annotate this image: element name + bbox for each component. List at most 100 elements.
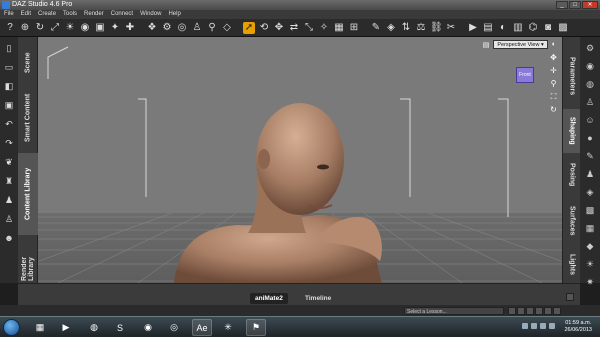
redo-icon[interactable]: ↷ — [4, 138, 14, 148]
tab-shaping[interactable]: Shaping — [563, 109, 581, 153]
new-scene-icon[interactable]: ▯ — [4, 43, 14, 53]
3d-viewport[interactable]: ▤ Perspective View ▾ ◐ Front ✥ ✛ ⚲ ⛶ ↻ — [38, 37, 562, 283]
lesson-step-button[interactable] — [517, 307, 525, 315]
spot-render-icon[interactable]: ✧ — [318, 22, 330, 34]
draw-style-icon[interactable]: ◐ — [552, 41, 556, 48]
tab-scene[interactable]: Scene — [18, 41, 38, 85]
pointer-icon[interactable]: ➚ — [243, 21, 255, 34]
maximize-button[interactable]: □ — [569, 1, 581, 9]
menu-window[interactable]: Window — [140, 10, 161, 19]
tab-posing[interactable]: Posing — [563, 155, 581, 195]
menu-render[interactable]: Render — [84, 10, 104, 19]
zbrush-icon[interactable]: ✳ — [218, 319, 238, 336]
screenshot-icon[interactable]: ⌬ — [527, 22, 539, 34]
lights-icon[interactable]: ☀ — [585, 259, 596, 270]
panel-options-icon[interactable] — [566, 293, 574, 301]
view-settings-icon[interactable]: ▥ — [512, 22, 524, 34]
pan-icon[interactable]: ✛ — [549, 66, 558, 75]
lesson-prev-button[interactable] — [508, 307, 516, 315]
render-icon[interactable]: ▶ — [467, 22, 479, 34]
globe-icon[interactable]: ◍ — [585, 79, 596, 90]
tab-parameters[interactable]: Parameters — [563, 45, 581, 107]
scale-icon[interactable]: ⤢ — [49, 22, 61, 34]
scale-tool-icon[interactable]: ⤡ — [303, 22, 315, 34]
lesson-end-button[interactable] — [544, 307, 552, 315]
bone-icon[interactable]: ✂ — [445, 22, 457, 34]
undo-icon[interactable]: ↶ — [4, 119, 14, 129]
iray-preview-icon[interactable]: ◐ — [497, 22, 509, 34]
morph-icon[interactable]: ◈ — [385, 22, 397, 34]
node-icon[interactable]: ✦ — [109, 22, 121, 34]
close-button[interactable]: ✕ — [582, 1, 598, 9]
acrobat-icon[interactable]: ⚑ — [246, 319, 266, 336]
tray-battery-icon[interactable] — [549, 323, 555, 329]
frame-icon[interactable]: ⛶ — [549, 92, 558, 101]
shader-icon[interactable]: ◆ — [585, 241, 596, 252]
hair-icon[interactable]: ❦ — [4, 157, 14, 167]
menu-file[interactable]: File — [4, 10, 14, 19]
start-button[interactable] — [3, 319, 20, 336]
tray-volume-icon[interactable] — [531, 323, 537, 329]
minimize-button[interactable]: _ — [556, 1, 568, 9]
lesson-selector[interactable]: Select a Lesson... — [404, 307, 504, 315]
firefox-icon[interactable]: ◍ — [84, 319, 104, 336]
view-cube[interactable]: Front — [516, 67, 534, 83]
tab-lights[interactable]: Lights — [563, 247, 581, 281]
viewport-scene[interactable] — [38, 37, 562, 283]
figure-icon[interactable]: ♙ — [4, 214, 14, 224]
lesson-play-button[interactable] — [526, 307, 534, 315]
help-icon[interactable]: ? — [4, 22, 16, 34]
tray-flag-icon[interactable] — [540, 323, 546, 329]
clock[interactable]: 01:59 a.m. 26/06/2013 — [564, 320, 592, 334]
zoom-icon[interactable]: ⚲ — [549, 79, 558, 88]
light-icon[interactable]: ☀ — [64, 22, 76, 34]
skype-icon[interactable]: S — [110, 319, 130, 336]
pose-icon[interactable]: ♟ — [585, 169, 596, 180]
move-icon[interactable]: ✥ — [273, 22, 285, 34]
blender-icon[interactable]: ◎ — [164, 319, 184, 336]
tab-animate2[interactable]: aniMate2 — [250, 293, 288, 304]
material-icon[interactable]: ☻ — [4, 233, 14, 243]
surface-selection-icon[interactable]: ▦ — [333, 22, 345, 34]
surface-icon[interactable]: ▩ — [585, 205, 596, 216]
parameters-icon[interactable]: ⚙ — [585, 43, 596, 54]
universal-icon[interactable]: ❖ — [146, 22, 158, 34]
save-icon[interactable]: ▣ — [4, 100, 14, 110]
clothing-icon[interactable]: ♜ — [4, 176, 14, 186]
pose-preset-icon[interactable]: ♟ — [4, 195, 14, 205]
region-nav-icon[interactable]: ⊞ — [348, 22, 360, 34]
link-icon[interactable]: ⛓ — [430, 22, 443, 34]
menu-tools[interactable]: Tools — [63, 10, 77, 19]
menu-connect[interactable]: Connect — [111, 10, 133, 19]
menu-edit[interactable]: Edit — [21, 10, 31, 19]
viewport-menu-icon[interactable]: ▤ — [483, 41, 490, 49]
brush-icon[interactable]: ✎ — [585, 151, 596, 162]
orbit-icon[interactable]: ◎ — [176, 22, 188, 34]
open-icon[interactable]: ▭ — [4, 62, 14, 72]
tab-surfaces[interactable]: Surfaces — [563, 197, 581, 245]
pose-icon[interactable]: ♙ — [191, 22, 203, 34]
aim-icon[interactable]: ✥ — [549, 53, 558, 62]
node-selection-icon[interactable]: ⚙ — [161, 22, 173, 34]
tab-content-library[interactable]: Content Library — [18, 153, 38, 235]
region-rotate-icon[interactable]: ⟲ — [258, 22, 270, 34]
media-player-icon[interactable]: ▶ — [56, 319, 76, 336]
select-icon[interactable]: ⊕ — [19, 22, 31, 34]
weight-icon[interactable]: ⚖ — [415, 22, 427, 34]
explorer-icon[interactable]: ▦ — [30, 319, 50, 336]
orbit-view-icon[interactable]: ↻ — [549, 105, 558, 114]
joint-editor-icon[interactable]: ⚲ — [206, 22, 218, 34]
translate-icon[interactable]: ✚ — [124, 22, 136, 34]
camera-dropdown[interactable]: Perspective View ▾ — [493, 40, 548, 49]
camera-icon[interactable]: ◉ — [79, 22, 91, 34]
tab-render-library[interactable]: Render Library — [18, 237, 38, 281]
lesson-close-button[interactable] — [553, 307, 561, 315]
rotate-icon[interactable]: ↻ — [34, 22, 46, 34]
camera-render-icon[interactable]: ◙ — [542, 22, 554, 34]
chrome-icon[interactable]: ◉ — [138, 319, 158, 336]
brush-icon[interactable]: ✎ — [370, 22, 382, 34]
spotlight-icon[interactable]: ✷ — [585, 277, 596, 288]
lesson-next-button[interactable] — [535, 307, 543, 315]
morph-icon[interactable]: ◈ — [585, 187, 596, 198]
tab-smart-content[interactable]: Smart Content — [18, 87, 38, 149]
